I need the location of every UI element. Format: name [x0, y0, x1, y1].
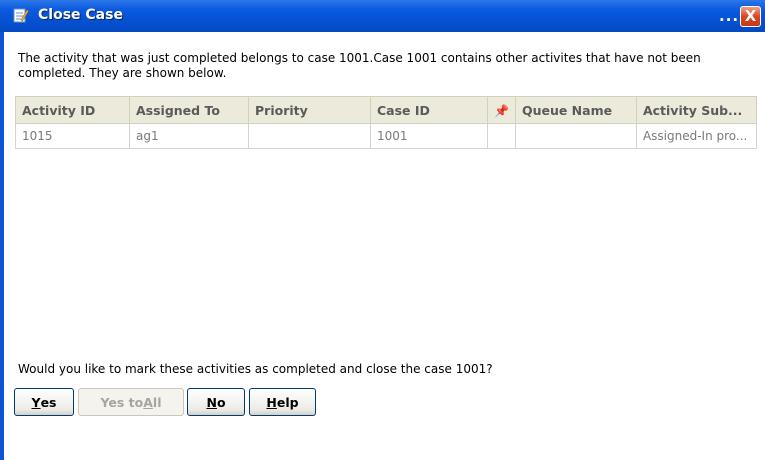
help-mnemonic: H [266, 394, 277, 410]
info-message: The activity that was just completed bel… [18, 51, 701, 80]
cell-case-id: 1001 [370, 123, 488, 149]
column-header-pin[interactable]: 📌 [487, 96, 516, 124]
edit-document-icon [13, 8, 29, 23]
column-header-activity-id[interactable]: Activity ID [15, 96, 130, 124]
column-header-case-id[interactable]: Case ID [370, 96, 488, 124]
help-button[interactable]: Help [249, 388, 316, 416]
cell-activity-sub: Assigned-In pro... [635, 123, 757, 149]
yes-button[interactable]: Yes [14, 388, 74, 416]
cell-queue-name [514, 123, 637, 149]
yes-to-all-label-end: ll [152, 394, 162, 410]
yes-mnemonic: Y [31, 394, 41, 410]
yes-to-all-mnemonic: A [143, 394, 153, 410]
window-border [0, 32, 4, 460]
column-header-activity-sub[interactable]: Activity Sub... [635, 96, 757, 124]
close-button[interactable]: X [740, 6, 761, 27]
no-label: o [216, 394, 226, 410]
no-mnemonic: N [206, 394, 217, 410]
column-header-queue-name[interactable]: Queue Name [514, 96, 637, 124]
column-header-assigned-to[interactable]: Assigned To [129, 96, 249, 124]
cell-priority [248, 123, 371, 149]
table-row[interactable]: 1015 ag1 1001 Assigned-In pro... [15, 123, 757, 149]
help-label: elp [276, 394, 299, 410]
column-header-priority[interactable]: Priority [248, 96, 371, 124]
cell-pin [487, 123, 516, 149]
pin-icon: 📌 [494, 103, 509, 118]
cell-activity-id: 1015 [15, 123, 130, 149]
yes-to-all-label-start: Yes to [100, 394, 144, 410]
yes-to-all-button[interactable]: Yes to All [78, 388, 184, 416]
activities-table: Activity ID Assigned To Priority Case ID… [15, 96, 757, 149]
yes-label: es [40, 394, 57, 410]
confirm-question: Would you like to mark these activities … [18, 362, 493, 376]
overflow-button[interactable]: ... [719, 7, 739, 25]
table-header-row: Activity ID Assigned To Priority Case ID… [15, 96, 757, 124]
title-bar[interactable]: Close Case ... X [0, 0, 765, 32]
window-title: Close Case [38, 7, 123, 23]
no-button[interactable]: No [187, 388, 245, 416]
cell-assigned-to: ag1 [129, 123, 249, 149]
